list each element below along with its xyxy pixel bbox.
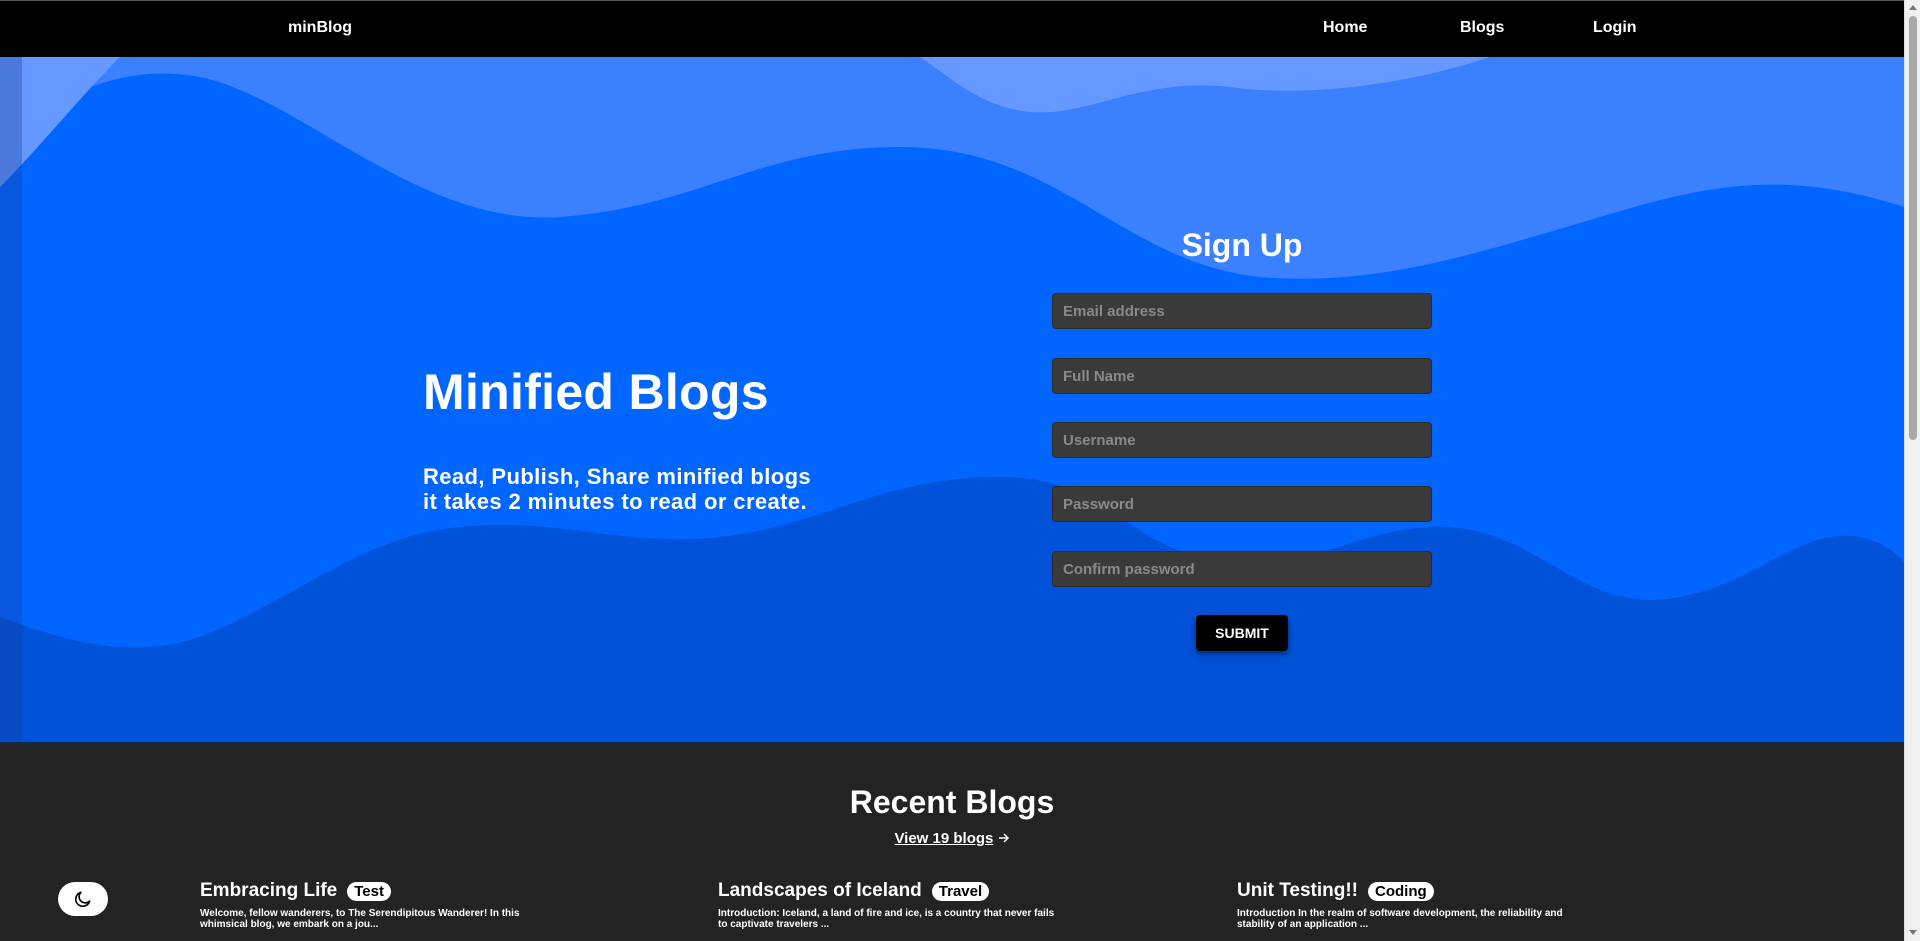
scroll-down-arrow-icon[interactable]	[1909, 930, 1917, 935]
navbar: minBlog Home Blogs Login	[0, 0, 1904, 57]
theme-toggle-button[interactable]	[58, 882, 108, 916]
nav-blogs-link[interactable]: Blogs	[1460, 19, 1504, 37]
hero-section: Minified Blogs Read, Publish, Share mini…	[0, 57, 1904, 742]
blog-card[interactable]: Embracing Life Test Welcome, fellow wand…	[200, 880, 540, 930]
blog-card[interactable]: Unit Testing!! Coding Introduction In th…	[1237, 880, 1577, 930]
blog-excerpt: Welcome, fellow wanderers, to The Serend…	[200, 908, 520, 930]
scroll-thumb[interactable]	[1909, 16, 1917, 440]
view-all-blogs-link[interactable]: View 19 blogs	[0, 830, 1904, 847]
nav-home-link[interactable]: Home	[1323, 19, 1367, 37]
scroll-up-arrow-icon[interactable]	[1909, 5, 1917, 10]
wave-background	[0, 57, 1904, 742]
blog-excerpt: Introduction: Iceland, a land of fire an…	[718, 908, 1055, 930]
confirm-password-field[interactable]	[1052, 551, 1432, 587]
hero-subtitle: Read, Publish, Share minified blogs it t…	[423, 464, 811, 514]
section-divider	[0, 742, 1904, 744]
submit-button[interactable]: SUBMIT	[1196, 615, 1288, 651]
blog-tag: Travel	[931, 881, 990, 901]
hero-title: Minified Blogs	[423, 364, 769, 420]
password-field[interactable]	[1052, 486, 1432, 522]
blog-excerpt: Introduction In the realm of software de…	[1237, 908, 1563, 930]
blog-title[interactable]: Landscapes of Iceland	[718, 880, 922, 902]
moon-icon	[74, 891, 91, 908]
hero-subtitle-line2: it takes 2 minutes to read or create.	[423, 489, 808, 514]
arrow-right-icon	[998, 833, 1009, 843]
recent-blogs-title: Recent Blogs	[849, 784, 1055, 820]
username-field[interactable]	[1052, 422, 1432, 458]
blog-card[interactable]: Landscapes of Iceland Travel Introductio…	[718, 880, 1058, 930]
view-blogs-label[interactable]: View 19 blogs	[894, 830, 993, 847]
page-scrollbar[interactable]	[1904, 0, 1920, 941]
blog-title[interactable]: Unit Testing!!	[1237, 880, 1358, 902]
email-field[interactable]	[1052, 293, 1432, 329]
blog-tag: Test	[347, 881, 391, 901]
blog-tag: Coding	[1368, 881, 1434, 901]
fullname-field[interactable]	[1052, 358, 1432, 394]
blog-title[interactable]: Embracing Life	[200, 880, 337, 902]
brand-logo[interactable]: minBlog	[288, 19, 352, 37]
nav-login-link[interactable]: Login	[1593, 19, 1637, 37]
hero-subtitle-line1: Read, Publish, Share minified blogs	[423, 464, 812, 489]
signup-title: Sign Up	[1181, 227, 1303, 263]
